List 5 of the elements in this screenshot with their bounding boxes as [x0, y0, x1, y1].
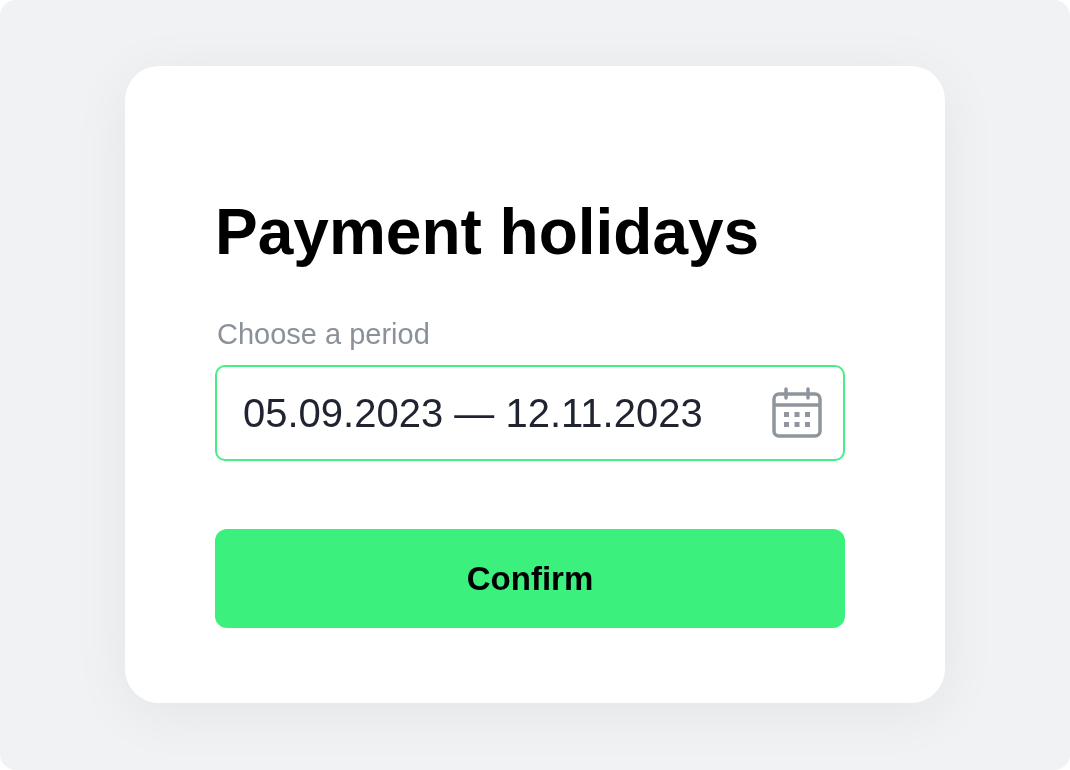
confirm-button[interactable]: Confirm: [215, 529, 845, 628]
date-range-field[interactable]: 05.09.2023 — 12.11.2023: [215, 365, 845, 461]
field-label: Choose a period: [217, 317, 431, 351]
calendar-icon[interactable]: [771, 387, 823, 439]
date-range-value: 05.09.2023 — 12.11.2023: [243, 390, 704, 437]
